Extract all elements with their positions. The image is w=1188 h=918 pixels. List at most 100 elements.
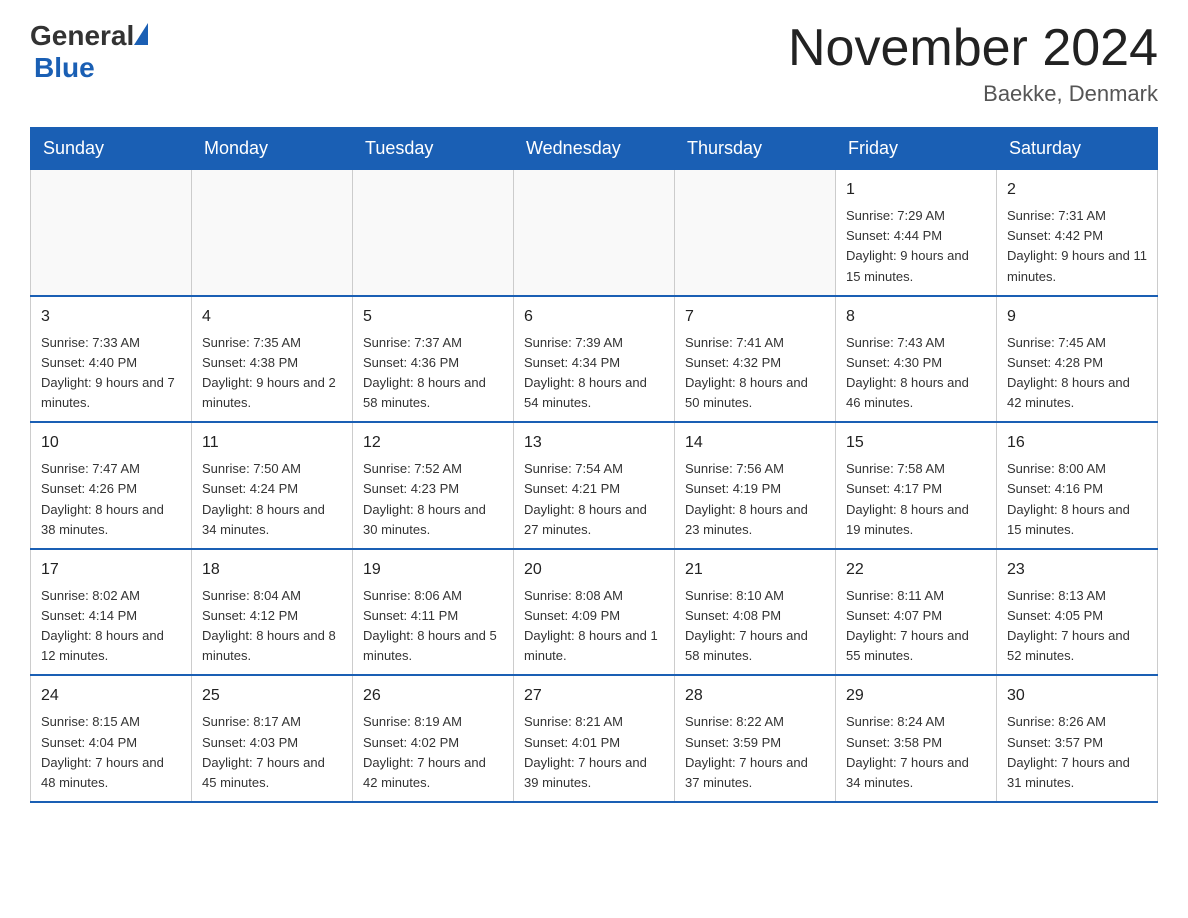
day-info: Sunrise: 8:02 AM Sunset: 4:14 PM Dayligh… (41, 586, 181, 667)
header-monday: Monday (192, 128, 353, 170)
day-info: Sunrise: 7:52 AM Sunset: 4:23 PM Dayligh… (363, 459, 503, 540)
calendar-table: Sunday Monday Tuesday Wednesday Thursday… (30, 127, 1158, 803)
table-row: 27Sunrise: 8:21 AM Sunset: 4:01 PM Dayli… (514, 675, 675, 802)
day-info: Sunrise: 8:19 AM Sunset: 4:02 PM Dayligh… (363, 712, 503, 793)
table-row: 7 Sunrise: 7:41 AM Sunset: 4:32 PM Daylig… (675, 296, 836, 423)
table-row: 11Sunrise: 7:50 AM Sunset: 4:24 PM Dayli… (192, 422, 353, 549)
table-row: 10Sunrise: 7:47 AM Sunset: 4:26 PM Dayli… (31, 422, 192, 549)
table-row (31, 170, 192, 296)
table-row: 15 Sunrise: 7:58 AM Sunset: 4:17 PM Dayli… (836, 422, 997, 549)
header-thursday: Thursday (675, 128, 836, 170)
day-number: 8 (846, 305, 986, 329)
day-info: Sunrise: 7:39 AM Sunset: 4:34 PM Dayligh… (524, 333, 664, 414)
day-info: Sunrise: 8:11 AM Sunset: 4:07 PM Dayligh… (846, 586, 986, 667)
day-info: Sunrise: 7:33 AM Sunset: 4:40 PM Dayligh… (41, 333, 181, 414)
day-info: Sunrise: 7:35 AM Sunset: 4:38 PM Dayligh… (202, 333, 342, 414)
day-info: Sunrise: 8:04 AM Sunset: 4:12 PM Dayligh… (202, 586, 342, 667)
day-number: 27 (524, 684, 664, 708)
table-row (514, 170, 675, 296)
day-number: 21 (685, 558, 825, 582)
day-number: 2 (1007, 178, 1147, 202)
table-row: 17 Sunrise: 8:02 AM Sunset: 4:14 PM Dayli… (31, 549, 192, 676)
day-info: Sunrise: 7:43 AM Sunset: 4:30 PM Dayligh… (846, 333, 986, 414)
table-row (675, 170, 836, 296)
header-wednesday: Wednesday (514, 128, 675, 170)
table-row: 30Sunrise: 8:26 AM Sunset: 3:57 PM Dayli… (997, 675, 1158, 802)
day-number: 22 (846, 558, 986, 582)
day-number: 9 (1007, 305, 1147, 329)
table-row (353, 170, 514, 296)
logo-general-text: General (30, 20, 134, 52)
day-number: 25 (202, 684, 342, 708)
table-row: 26 Sunrise: 8:19 AM Sunset: 4:02 PM Dayli… (353, 675, 514, 802)
header-saturday: Saturday (997, 128, 1158, 170)
day-number: 14 (685, 431, 825, 455)
calendar-week-row: 17 Sunrise: 8:02 AM Sunset: 4:14 PM Dayli… (31, 549, 1158, 676)
calendar-subtitle: Baekke, Denmark (788, 81, 1158, 107)
day-info: Sunrise: 8:13 AM Sunset: 4:05 PM Dayligh… (1007, 586, 1147, 667)
table-row: 20Sunrise: 8:08 AM Sunset: 4:09 PM Dayli… (514, 549, 675, 676)
weekday-header-row: Sunday Monday Tuesday Wednesday Thursday… (31, 128, 1158, 170)
day-number: 20 (524, 558, 664, 582)
logo: General Blue (30, 20, 148, 84)
table-row: 29Sunrise: 8:24 AM Sunset: 3:58 PM Dayli… (836, 675, 997, 802)
calendar-week-row: 1Sunrise: 7:29 AM Sunset: 4:44 PM Daylig… (31, 170, 1158, 296)
table-row: 28 Sunrise: 8:22 AM Sunset: 3:59 PM Dayli… (675, 675, 836, 802)
day-number: 17 (41, 558, 181, 582)
calendar-week-row: 3 Sunrise: 7:33 AM Sunset: 4:40 PM Daylig… (31, 296, 1158, 423)
day-info: Sunrise: 7:56 AM Sunset: 4:19 PM Dayligh… (685, 459, 825, 540)
day-number: 26 (363, 684, 503, 708)
table-row: 5 Sunrise: 7:37 AM Sunset: 4:36 PM Daylig… (353, 296, 514, 423)
day-info: Sunrise: 7:54 AM Sunset: 4:21 PM Dayligh… (524, 459, 664, 540)
calendar-title: November 2024 (788, 20, 1158, 77)
day-info: Sunrise: 7:58 AM Sunset: 4:17 PM Dayligh… (846, 459, 986, 540)
day-info: Sunrise: 8:15 AM Sunset: 4:04 PM Dayligh… (41, 712, 181, 793)
table-row: 24 Sunrise: 8:15 AM Sunset: 4:04 PM Dayli… (31, 675, 192, 802)
table-row: 22 Sunrise: 8:11 AM Sunset: 4:07 PM Dayli… (836, 549, 997, 676)
calendar-week-row: 10Sunrise: 7:47 AM Sunset: 4:26 PM Dayli… (31, 422, 1158, 549)
logo-triangle-icon (134, 23, 148, 45)
header-sunday: Sunday (31, 128, 192, 170)
day-info: Sunrise: 8:00 AM Sunset: 4:16 PM Dayligh… (1007, 459, 1147, 540)
day-info: Sunrise: 8:22 AM Sunset: 3:59 PM Dayligh… (685, 712, 825, 793)
table-row: 12Sunrise: 7:52 AM Sunset: 4:23 PM Dayli… (353, 422, 514, 549)
header-tuesday: Tuesday (353, 128, 514, 170)
day-number: 23 (1007, 558, 1147, 582)
table-row: 21 Sunrise: 8:10 AM Sunset: 4:08 PM Dayli… (675, 549, 836, 676)
table-row: 1Sunrise: 7:29 AM Sunset: 4:44 PM Daylig… (836, 170, 997, 296)
day-number: 19 (363, 558, 503, 582)
day-number: 5 (363, 305, 503, 329)
table-row: 6 Sunrise: 7:39 AM Sunset: 4:34 PM Daylig… (514, 296, 675, 423)
table-row: 9Sunrise: 7:45 AM Sunset: 4:28 PM Daylig… (997, 296, 1158, 423)
table-row: 16 Sunrise: 8:00 AM Sunset: 4:16 PM Dayli… (997, 422, 1158, 549)
day-info: Sunrise: 8:10 AM Sunset: 4:08 PM Dayligh… (685, 586, 825, 667)
day-number: 28 (685, 684, 825, 708)
page-header: General Blue November 2024 Baekke, Denma… (30, 20, 1158, 107)
day-number: 6 (524, 305, 664, 329)
day-number: 7 (685, 305, 825, 329)
day-number: 24 (41, 684, 181, 708)
calendar-week-row: 24 Sunrise: 8:15 AM Sunset: 4:04 PM Dayli… (31, 675, 1158, 802)
table-row: 2 Sunrise: 7:31 AM Sunset: 4:42 PM Daylig… (997, 170, 1158, 296)
day-info: Sunrise: 7:47 AM Sunset: 4:26 PM Dayligh… (41, 459, 181, 540)
day-number: 13 (524, 431, 664, 455)
day-number: 3 (41, 305, 181, 329)
day-info: Sunrise: 7:37 AM Sunset: 4:36 PM Dayligh… (363, 333, 503, 414)
table-row: 3 Sunrise: 7:33 AM Sunset: 4:40 PM Daylig… (31, 296, 192, 423)
day-info: Sunrise: 7:29 AM Sunset: 4:44 PM Dayligh… (846, 206, 986, 287)
day-number: 30 (1007, 684, 1147, 708)
day-info: Sunrise: 8:06 AM Sunset: 4:11 PM Dayligh… (363, 586, 503, 667)
table-row: 25 Sunrise: 8:17 AM Sunset: 4:03 PM Dayli… (192, 675, 353, 802)
title-area: November 2024 Baekke, Denmark (788, 20, 1158, 107)
day-info: Sunrise: 8:17 AM Sunset: 4:03 PM Dayligh… (202, 712, 342, 793)
day-number: 4 (202, 305, 342, 329)
day-info: Sunrise: 7:50 AM Sunset: 4:24 PM Dayligh… (202, 459, 342, 540)
day-info: Sunrise: 7:31 AM Sunset: 4:42 PM Dayligh… (1007, 206, 1147, 287)
table-row (192, 170, 353, 296)
day-info: Sunrise: 8:24 AM Sunset: 3:58 PM Dayligh… (846, 712, 986, 793)
day-info: Sunrise: 7:41 AM Sunset: 4:32 PM Dayligh… (685, 333, 825, 414)
table-row: 4 Sunrise: 7:35 AM Sunset: 4:38 PM Daylig… (192, 296, 353, 423)
table-row: 14 Sunrise: 7:56 AM Sunset: 4:19 PM Dayli… (675, 422, 836, 549)
day-number: 16 (1007, 431, 1147, 455)
day-number: 15 (846, 431, 986, 455)
